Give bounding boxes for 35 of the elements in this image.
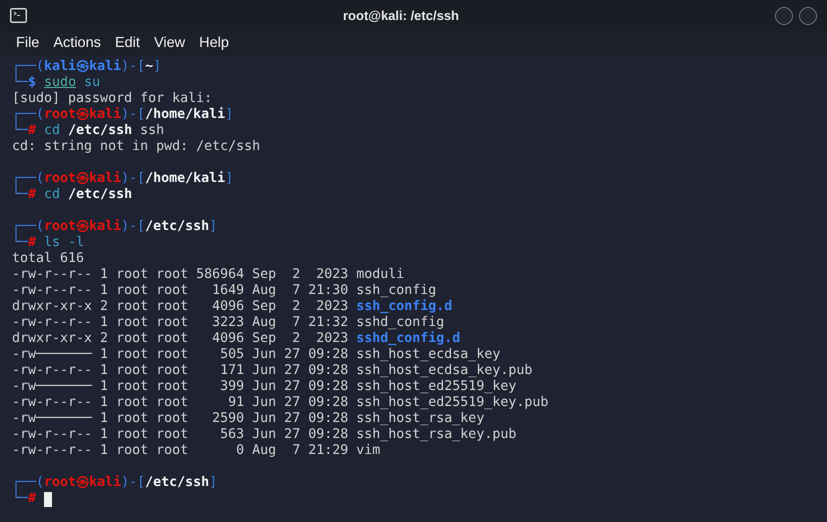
command-line: └─# ls -l [12,235,84,251]
text-cursor [44,492,52,506]
menu-item[interactable]: Help [199,32,229,54]
prompt-line: ┌──(root㉿kali)-[/home/kali] [12,171,234,186]
menu-item[interactable]: View [154,32,186,54]
prompt-line: ┌──(root㉿kali)-[/etc/ssh] [12,475,218,490]
close-button[interactable] [799,6,817,24]
listing-row: -rw─────── 1 root root 399 Jun 27 09:28 ssh_host_ed25519_key [12,379,516,395]
listing-row: -rw-r--r-- 1 root root 586964 Sep 2 2023 moduli [12,267,404,283]
menu-item[interactable]: Edit [114,32,140,54]
output-line: cd: string not in pwd: /etc/ssh [12,139,260,155]
listing-row: -rw-r--r-- 1 root root 91 Jun 27 09:28 ssh_host_ed25519_key.pub [12,395,548,411]
listing-row: -rw-r--r-- 1 root root 3223 Aug 7 21:32 sshd_config [12,315,444,331]
listing-row: -rw-r--r-- 1 root root 563 Jun 27 09:28 ssh_host_rsa_key.pub [12,427,516,443]
terminal-icon [10,8,27,23]
prompt-line: ┌──(root㉿kali)-[/home/kali] [12,107,234,122]
listing-row: drwxr-xr-x 2 root root 4096 Sep 2 2023 ssh_config.d [12,299,452,315]
listing-row: -rw-r--r-- 1 root root 171 Jun 27 09:28 ssh_host_ecdsa_key.pub [12,363,532,379]
command-line: └─$ sudo su [12,75,100,91]
command-line: └─# cd /etc/ssh ssh [12,123,164,139]
prompt-line: ┌──(kali㉿kali)-[~] [12,59,162,74]
menu-item[interactable]: Actions [53,32,101,54]
minimize-button[interactable] [775,6,793,24]
menu-item[interactable]: File [16,32,40,54]
command-line: └─# cd /etc/ssh [12,187,132,203]
output-line: [sudo] password for kali: [12,91,212,107]
listing-row: -rw─────── 1 root root 2590 Jun 27 09:28 ssh_host_rsa_key [12,411,484,427]
listing-row: -rw-r--r-- 1 root root 0 Aug 7 21:29 vim [12,443,380,459]
listing-row: drwxr-xr-x 2 root root 4096 Sep 2 2023 sshd_config.d [12,331,460,347]
command-line: └─# [12,491,36,507]
listing-row: -rw─────── 1 root root 505 Jun 27 09:28 ssh_host_ecdsa_key [12,347,500,363]
output-line: total 616 [12,251,84,267]
listing-row: -rw-r--r-- 1 root root 1649 Aug 7 21:30 ssh_config [12,283,436,299]
window-title: root@kali: /etc/ssh [343,6,459,25]
prompt-line: ┌──(root㉿kali)-[/etc/ssh] [12,219,218,234]
